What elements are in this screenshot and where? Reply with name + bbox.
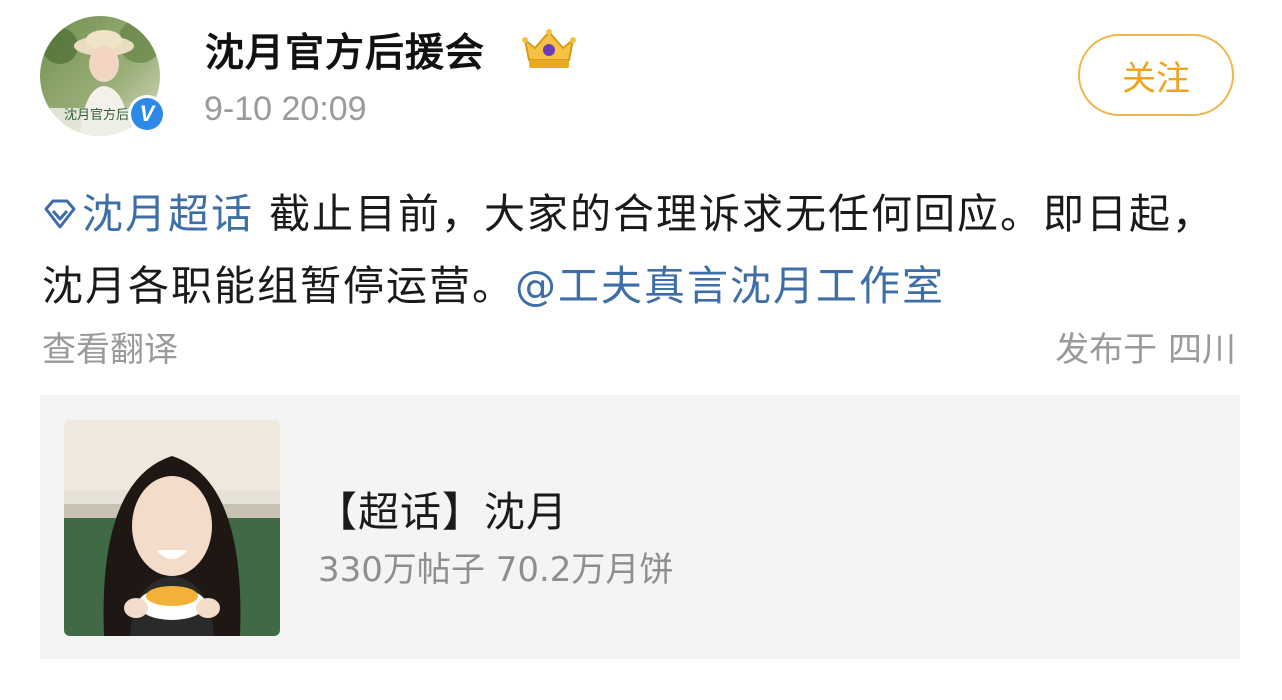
card-thumbnail <box>64 420 280 636</box>
post-location: 发布于 四川 <box>1055 330 1236 370</box>
post-body: 沈月超话 截止目前，大家的合理诉求无任何回应。即日起，沈月各职能组暂停运营。@工… <box>42 178 1242 322</box>
post-timestamp: 9-10 20:09 <box>204 90 367 128</box>
verified-badge-icon: V <box>128 95 166 133</box>
card-title[interactable]: 【超话】沈月 <box>316 478 568 538</box>
super-topic-diamond-icon <box>44 199 76 229</box>
mention-link[interactable]: @工夫真言沈月工作室 <box>515 262 945 310</box>
follow-button[interactable]: 关注 <box>1078 34 1234 116</box>
view-translation-link[interactable]: 查看翻译 <box>42 322 178 371</box>
crown-badge-icon[interactable] <box>519 26 579 74</box>
super-topic-label: 沈月超话 <box>82 190 254 238</box>
card-stats: 330万帖子 70.2万月饼 <box>318 550 674 590</box>
username[interactable]: 沈月官方后援会 <box>205 22 485 78</box>
verified-mark: V <box>131 98 163 130</box>
super-topic-link[interactable]: 沈月超话 <box>42 190 254 238</box>
